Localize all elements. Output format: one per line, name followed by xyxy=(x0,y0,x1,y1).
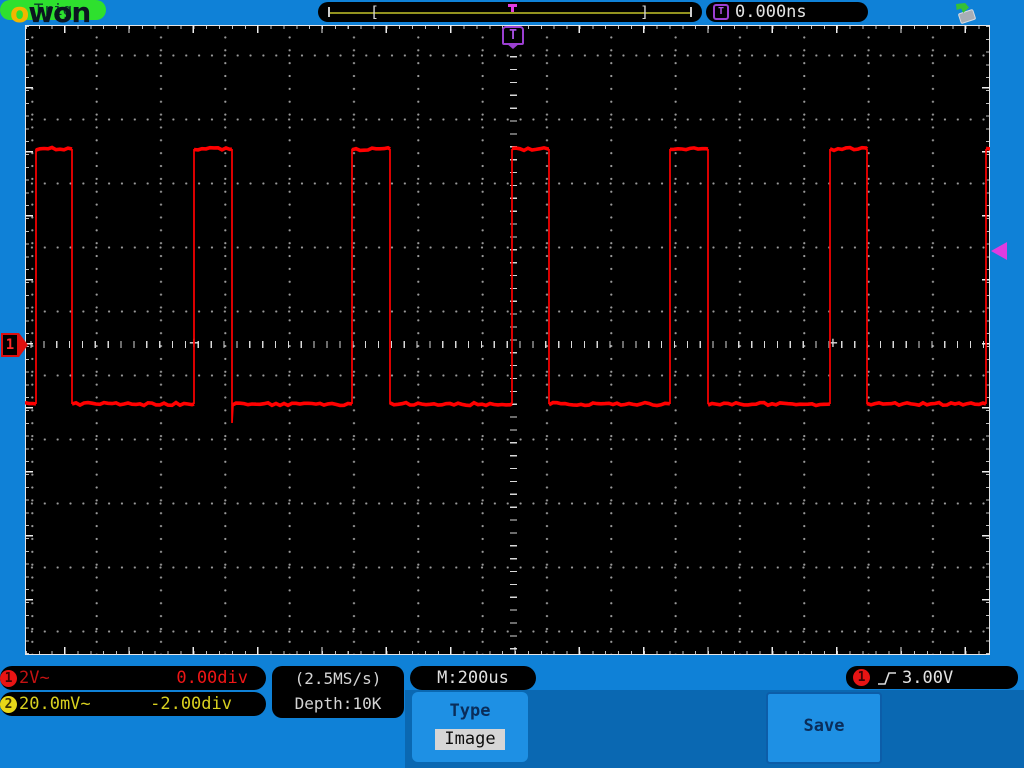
channel2-status: 2 20.0mV~ -2.00div xyxy=(0,692,266,716)
trigger-time-readout: T 0.000ns xyxy=(706,2,868,22)
waveform-display-area: + + T xyxy=(25,25,990,655)
waveform-trace xyxy=(25,145,990,424)
rising-edge-icon xyxy=(878,671,896,685)
timebase-readout: M:200us xyxy=(410,666,536,690)
trigger-level-readout: 1 3.00V xyxy=(846,666,1018,689)
channel1-ground-marker: 1 xyxy=(1,333,28,357)
type-label: Type xyxy=(449,701,491,721)
save-type-menu[interactable]: Type Image xyxy=(412,692,528,762)
oscilloscope-screen: owon Trig [ ] T 0.000ns + + T 1 1 2V~ 0.… xyxy=(0,0,1024,768)
trigger-level-arrow-icon xyxy=(991,242,1007,260)
channel2-offset: -2.00div xyxy=(150,694,232,714)
channel1-marker-label: 1 xyxy=(1,333,19,357)
trigger-horizontal-position-marker: T xyxy=(502,26,524,45)
trigger-source-badge: 1 xyxy=(853,669,870,686)
save-button[interactable]: Save xyxy=(766,692,882,764)
usb-device-icon xyxy=(953,3,977,25)
trigger-position-bar: [ ] xyxy=(318,2,702,22)
memory-window-line xyxy=(329,12,691,14)
type-value-selected[interactable]: Image xyxy=(435,729,505,750)
memory-depth: Depth:10K xyxy=(294,694,382,713)
sample-rate: (2.5MS/s) xyxy=(294,669,382,688)
channel1-marker-arrow-icon xyxy=(19,333,28,357)
trigger-t-icon: T xyxy=(713,4,729,20)
window-right-bracket: ] xyxy=(640,3,650,21)
channel2-badge: 2 xyxy=(0,695,17,713)
acquisition-info: (2.5MS/s) Depth:10K xyxy=(272,666,404,718)
channel1-badge: 1 xyxy=(0,669,17,687)
memory-start-tick xyxy=(328,7,330,17)
window-left-bracket: [ xyxy=(370,3,380,21)
channel1-offset: 0.00div xyxy=(176,668,248,688)
trigger-time-value: 0.000ns xyxy=(735,2,807,22)
channel2-scale: 20.0mV~ xyxy=(19,694,91,714)
trigger-level-value: 3.00V xyxy=(902,667,954,688)
trigger-position-t-icon xyxy=(508,4,517,12)
channel1-status: 1 2V~ 0.00div xyxy=(0,666,266,690)
memory-end-tick xyxy=(690,7,692,17)
channel1-scale: 2V~ xyxy=(19,668,50,688)
